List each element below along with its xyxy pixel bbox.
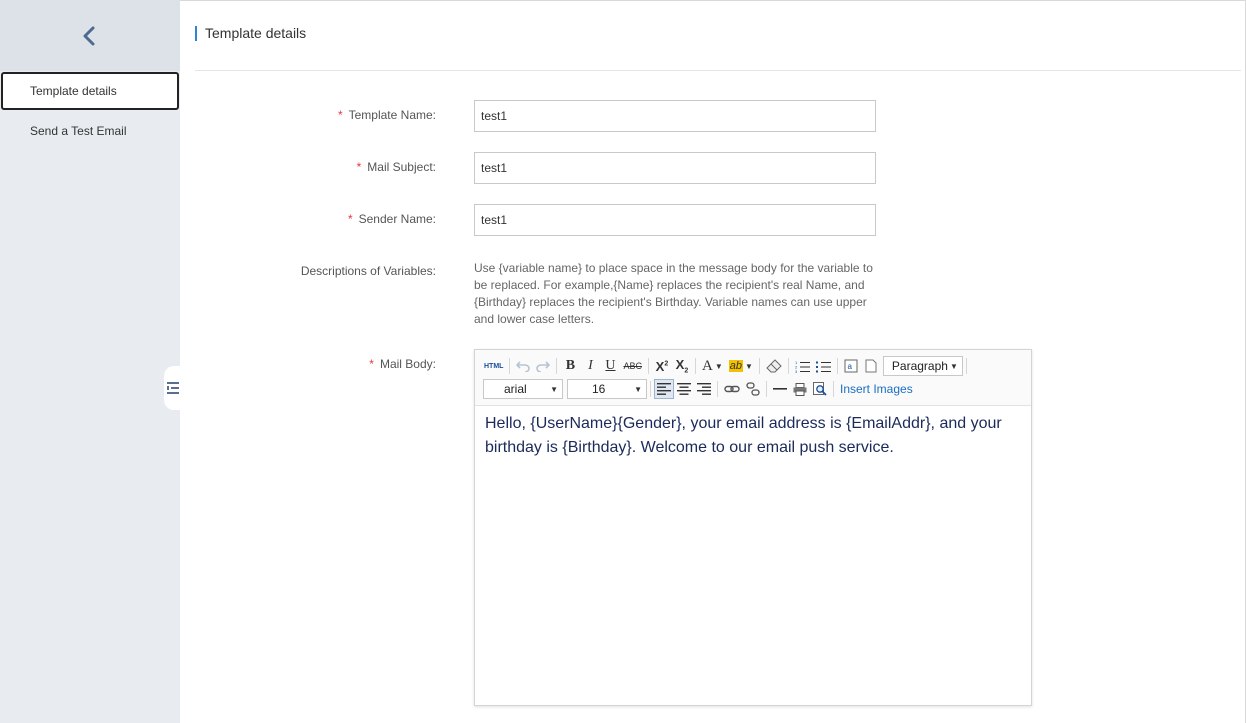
italic-button[interactable]: I	[580, 356, 600, 376]
insert-link-button[interactable]	[721, 379, 743, 399]
align-right-icon	[697, 383, 711, 395]
align-left-icon	[657, 383, 671, 395]
mail-body-content[interactable]: Hello, {UserName}{Gender}, your email ad…	[475, 406, 1031, 466]
ordered-list-icon: 123	[795, 360, 810, 373]
caret-down-icon: ▼	[949, 361, 958, 371]
highlight-color-button[interactable]: ab ▼	[726, 356, 756, 376]
undo-button[interactable]	[513, 356, 533, 376]
variables-label: Descriptions of Variables:	[300, 264, 436, 278]
sidebar: Template details Send a Test Email	[0, 0, 180, 723]
unordered-list-icon	[815, 361, 831, 372]
header-divider	[195, 70, 1241, 71]
font-color-button[interactable]: A ▼	[699, 356, 726, 376]
mail-subject-label: * Mail Subject:	[356, 160, 436, 174]
caret-down-icon: ▼	[550, 384, 558, 394]
clear-format-button[interactable]	[763, 356, 785, 376]
back-area	[0, 0, 180, 71]
unordered-list-button[interactable]	[813, 356, 834, 376]
superscript-button[interactable]: X2	[652, 356, 672, 376]
superscript-icon: X2	[655, 358, 669, 374]
sender-name-label: * Sender Name:	[347, 212, 436, 226]
main-panel: Template details *Template Name: *Mail S…	[180, 0, 1246, 723]
svg-text:3: 3	[795, 369, 798, 373]
mail-subject-input[interactable]	[474, 152, 876, 184]
preview-icon	[813, 382, 827, 396]
ordered-list-button[interactable]: 123	[792, 356, 813, 376]
eraser-icon	[766, 359, 782, 373]
underline-button[interactable]: U	[600, 356, 620, 376]
strikethrough-button[interactable]: ABC	[620, 356, 645, 376]
align-center-icon	[677, 383, 691, 395]
svg-text:a: a	[847, 362, 852, 371]
unlink-icon	[746, 382, 760, 396]
subscript-button[interactable]: X2	[672, 356, 692, 376]
variables-description: Use {variable name} to place space in th…	[474, 261, 873, 326]
required-mark: *	[356, 160, 362, 174]
sidebar-item-send-test-email[interactable]: Send a Test Email	[0, 112, 180, 150]
sidebar-item-template-details[interactable]: Template details	[1, 72, 179, 110]
collapse-menu-icon	[167, 382, 179, 394]
mail-body-label: * Mail Body:	[369, 357, 436, 371]
rich-text-editor: HTML B I U ABC X2 X2 A ▼ ab ▼ 1 2 3 a Pa…	[474, 349, 1032, 706]
caret-down-icon: ▼	[744, 361, 753, 371]
bold-button[interactable]: B	[560, 356, 580, 376]
new-document-button[interactable]	[861, 356, 881, 376]
redo-button[interactable]	[533, 356, 553, 376]
toolbar-row-2: arial ▼ 16 ▼ Insert Images	[481, 378, 913, 400]
print-icon	[793, 382, 807, 396]
sender-name-input[interactable]	[474, 204, 876, 236]
subscript-icon: X2	[675, 357, 689, 375]
required-mark: *	[337, 108, 343, 122]
caret-down-icon: ▼	[714, 361, 723, 371]
page-title: Template details	[195, 26, 306, 41]
redo-icon	[536, 361, 551, 372]
toolbar-row-1: HTML B I U ABC X2 X2 A ▼ ab ▼ 1 2 3 a Pa…	[481, 355, 970, 377]
font-family-select[interactable]: arial ▼	[483, 379, 563, 399]
align-right-button[interactable]	[694, 379, 714, 399]
template-name-input[interactable]	[474, 100, 876, 132]
print-button[interactable]	[790, 379, 810, 399]
chevron-left-icon[interactable]	[78, 24, 102, 48]
horizontal-rule-icon	[773, 388, 787, 390]
html-source-button[interactable]: HTML	[481, 356, 506, 376]
paragraph-select[interactable]: Paragraph ▼	[882, 356, 963, 376]
horizontal-rule-button[interactable]	[770, 379, 790, 399]
required-mark: *	[369, 357, 374, 371]
insert-anchor-button[interactable]: a	[841, 356, 861, 376]
undo-icon	[516, 361, 531, 372]
align-center-button[interactable]	[674, 379, 694, 399]
unlink-button[interactable]	[743, 379, 763, 399]
align-left-button[interactable]	[654, 379, 674, 399]
editor-toolbar: HTML B I U ABC X2 X2 A ▼ ab ▼ 1 2 3 a Pa…	[475, 350, 1031, 406]
anchor-icon: a	[844, 359, 858, 373]
document-icon	[865, 359, 877, 373]
font-size-select[interactable]: 16 ▼	[567, 379, 647, 399]
caret-down-icon: ▼	[634, 384, 642, 394]
insert-images-link[interactable]: Insert Images	[840, 382, 913, 396]
template-name-label: * Template Name:	[337, 108, 436, 122]
link-icon	[724, 385, 740, 393]
required-mark: *	[347, 212, 353, 226]
preview-button[interactable]	[810, 379, 830, 399]
